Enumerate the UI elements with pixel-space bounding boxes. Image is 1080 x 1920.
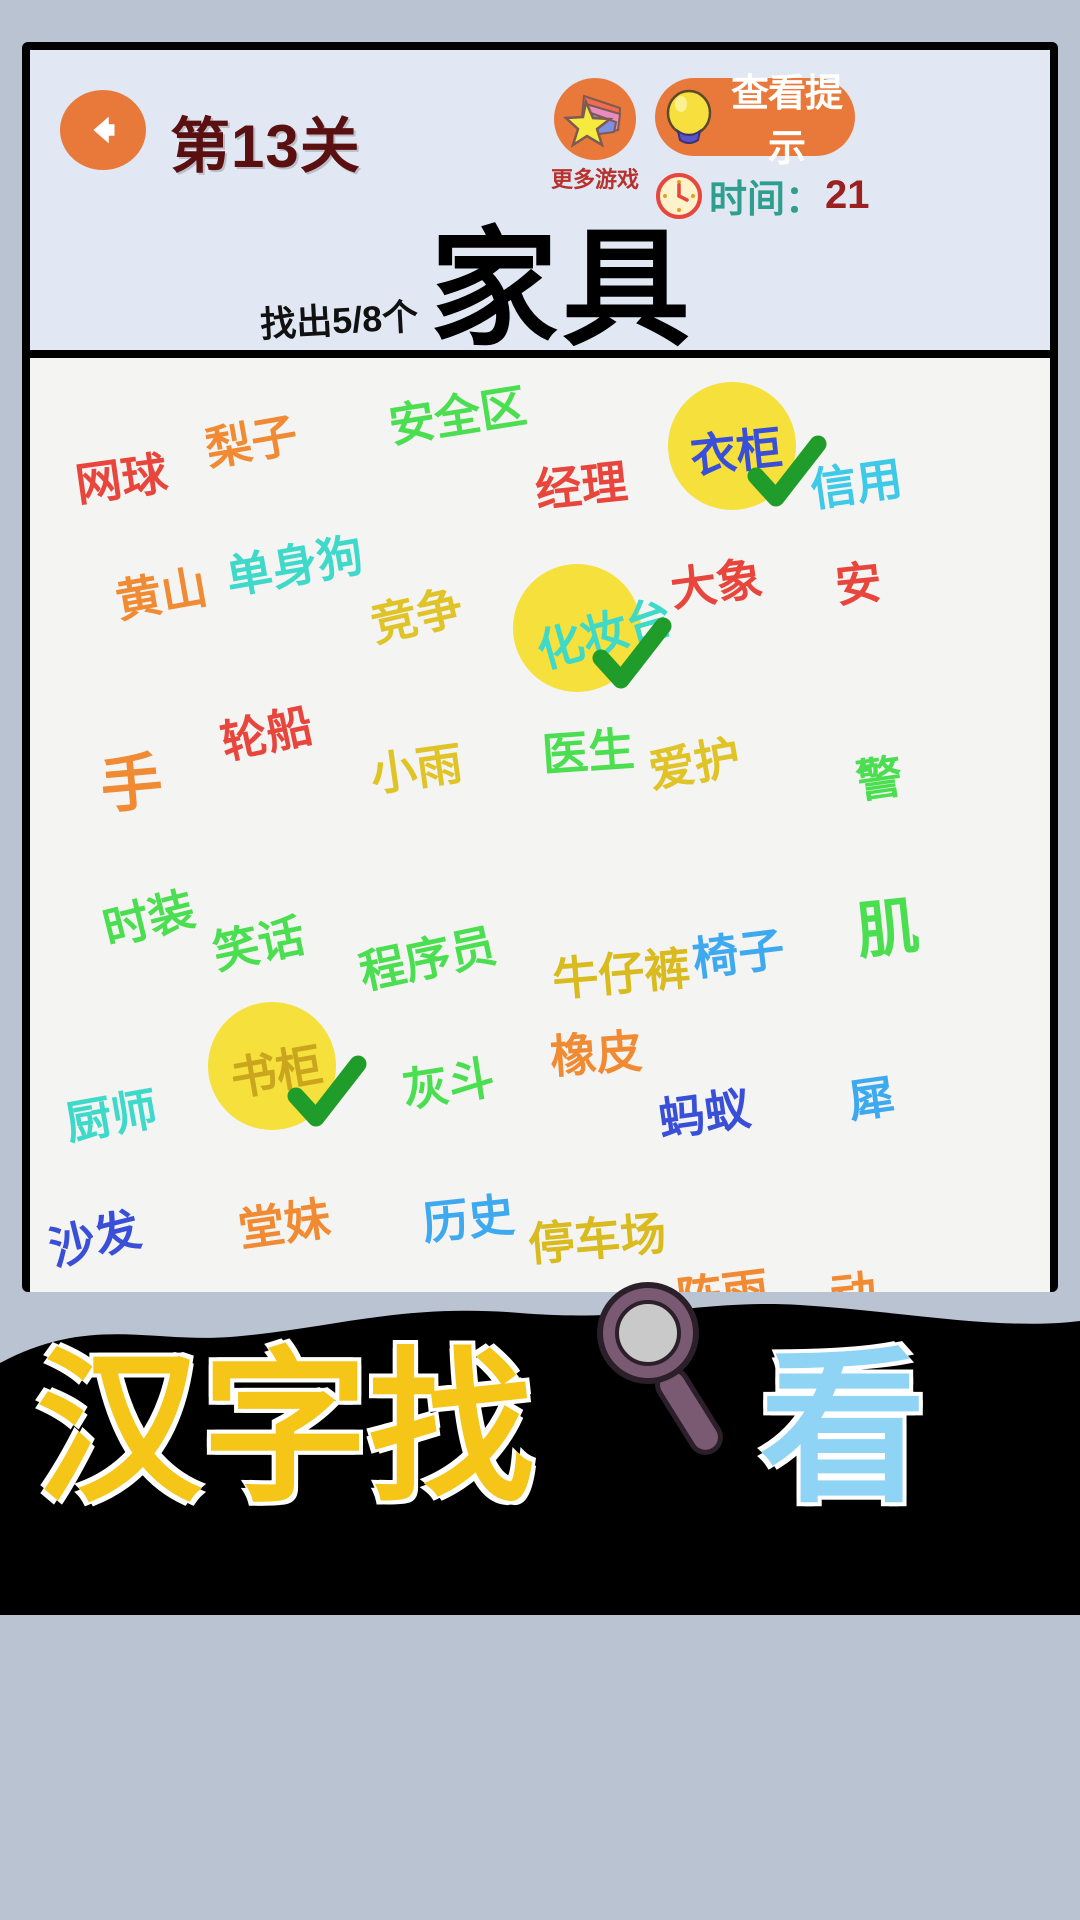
word-item[interactable]: 历史 — [419, 1178, 517, 1253]
timer-value: 21 — [825, 173, 870, 217]
shooting-star-icon — [554, 78, 636, 160]
word-item[interactable]: 椅子 — [688, 913, 787, 990]
word-item[interactable]: 网球 — [71, 437, 171, 515]
word-item[interactable]: 小雨 — [366, 727, 466, 805]
word-item[interactable]: 经理 — [532, 445, 630, 520]
title-row: 找出5/8个 家具 — [30, 219, 1050, 360]
lightbulb-icon — [663, 87, 715, 147]
hint-button[interactable]: 查看提示 — [655, 73, 855, 170]
word-item[interactable]: 单身狗 — [220, 519, 367, 608]
word-item[interactable]: 安 — [832, 546, 885, 616]
word-item[interactable]: 大象 — [666, 542, 766, 620]
word-item[interactable]: 沙发 — [41, 1193, 146, 1279]
word-item[interactable]: 蚂蚁 — [654, 1072, 754, 1150]
clock-icon — [655, 172, 703, 220]
find-count-label: 找出5/8个 — [259, 295, 420, 346]
banner-text-right: 看 — [760, 1333, 926, 1526]
word-item[interactable]: 肌 — [851, 875, 922, 971]
app-screen: 第13关 更多游戏 查看提示 时间： 21 找出5/8个 家具 网球 梨子 安全… — [0, 0, 1080, 1920]
word-item[interactable]: 停车场 — [525, 1197, 668, 1275]
word-item[interactable]: 信用 — [806, 442, 906, 520]
arrow-left-icon — [93, 116, 115, 144]
word-item[interactable]: 手 — [96, 730, 166, 825]
timer-label: 时间： — [709, 179, 824, 221]
word-item[interactable]: 牛仔裤 — [549, 932, 692, 1010]
word-item[interactable]: 堂妹 — [234, 1182, 334, 1260]
more-games-label: 更多游戏 — [550, 167, 639, 192]
word-item[interactable]: 橡皮 — [548, 1015, 644, 1087]
word-item[interactable]: 梨子 — [200, 399, 302, 480]
word-board: 网球 梨子 安全区 经理 衣柜 信用 黄山 单身狗 竞争 化妆台 大象安手轮船 小雨 医生 爱护警时装 笑话… — [30, 358, 1050, 1292]
timer: 时间： 21 — [655, 168, 870, 223]
word-item[interactable]: 灰斗 — [397, 1041, 498, 1121]
word-item[interactable]: 厨师 — [60, 1073, 162, 1154]
word-item[interactable]: 医生 — [540, 713, 636, 785]
header-panel: 第13关 更多游戏 查看提示 时间： 21 找出5/8个 家具 — [30, 50, 1050, 360]
back-button[interactable] — [60, 90, 146, 170]
level-label: 第13关 — [170, 113, 361, 180]
word-found[interactable]: 衣柜 — [687, 411, 785, 486]
game-logo-banner: 汉字找 看 — [0, 1282, 1080, 1615]
category-title: 家具 — [430, 218, 695, 361]
word-item[interactable]: 笑话 — [206, 899, 310, 983]
banner-text-left: 汉字找 — [36, 1333, 534, 1526]
more-games-button[interactable]: 更多游戏 — [535, 78, 655, 194]
word-item[interactable]: 安全区 — [384, 370, 531, 457]
word-item[interactable]: 黄山 — [110, 551, 212, 632]
word-item[interactable]: 竞争 — [364, 570, 468, 655]
magnifier-icon — [597, 1282, 723, 1455]
word-item[interactable]: 爱护 — [643, 721, 745, 802]
word-item[interactable]: 程序员 — [353, 909, 502, 1002]
word-item[interactable]: 警 — [852, 740, 907, 812]
word-item[interactable]: 犀 — [844, 1060, 899, 1132]
word-item[interactable]: 轮船 — [214, 689, 318, 773]
hint-button-label: 查看提示 — [730, 73, 843, 170]
word-item[interactable]: 时装 — [95, 873, 200, 959]
